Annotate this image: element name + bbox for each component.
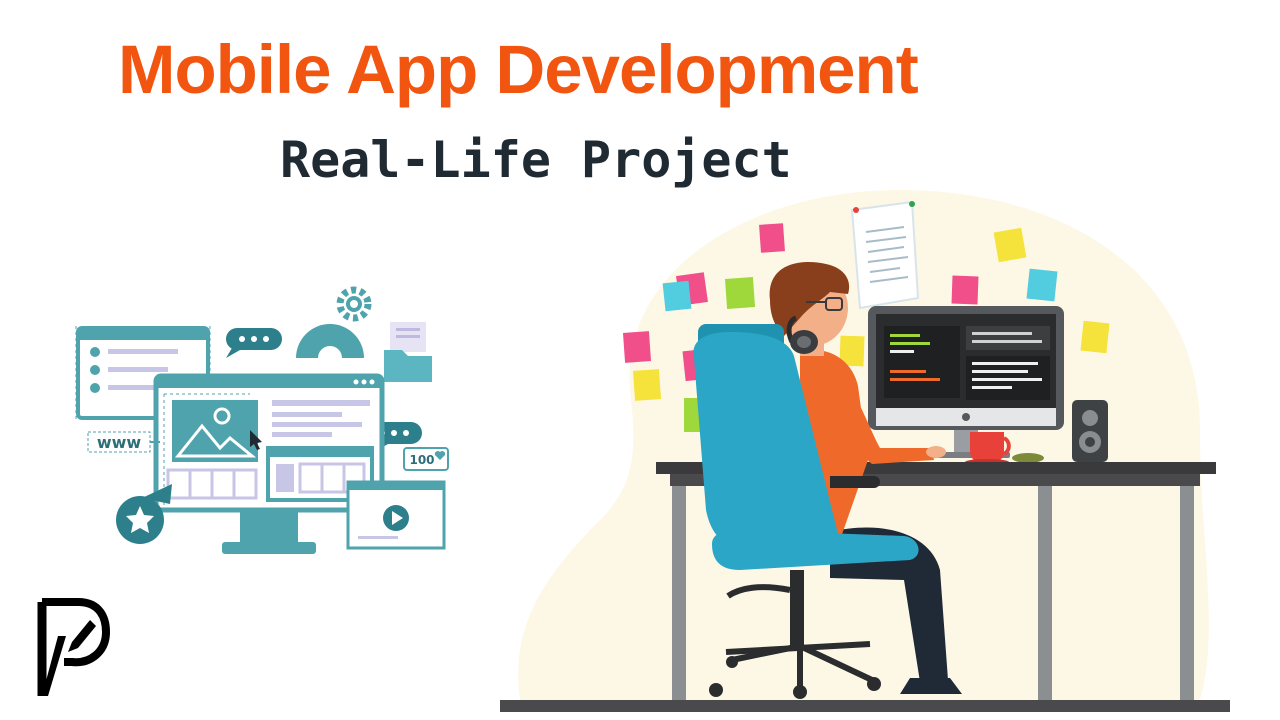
pinned-document bbox=[850, 200, 920, 310]
page: Mobile App Development Real-Life Project bbox=[0, 0, 1280, 720]
image-icon bbox=[172, 400, 258, 462]
developer-scene-illustration bbox=[500, 190, 1230, 712]
coffee-mug bbox=[965, 432, 1011, 465]
gear-icon bbox=[296, 286, 372, 370]
likes-badge: 100 bbox=[403, 447, 449, 471]
folder-icon bbox=[384, 322, 432, 382]
likes-count: 100 bbox=[409, 453, 434, 467]
floor-line bbox=[500, 700, 1230, 712]
star-badge-icon bbox=[116, 484, 172, 544]
computer-mouse bbox=[1012, 453, 1044, 463]
speaker bbox=[1072, 400, 1108, 462]
page-title: Mobile App Development bbox=[118, 31, 919, 108]
web-development-illustration: www 100 bbox=[75, 286, 449, 554]
www-tag: www bbox=[87, 431, 160, 453]
video-window bbox=[346, 480, 446, 550]
p-rocket-logo bbox=[37, 598, 110, 696]
www-label: www bbox=[97, 433, 142, 452]
